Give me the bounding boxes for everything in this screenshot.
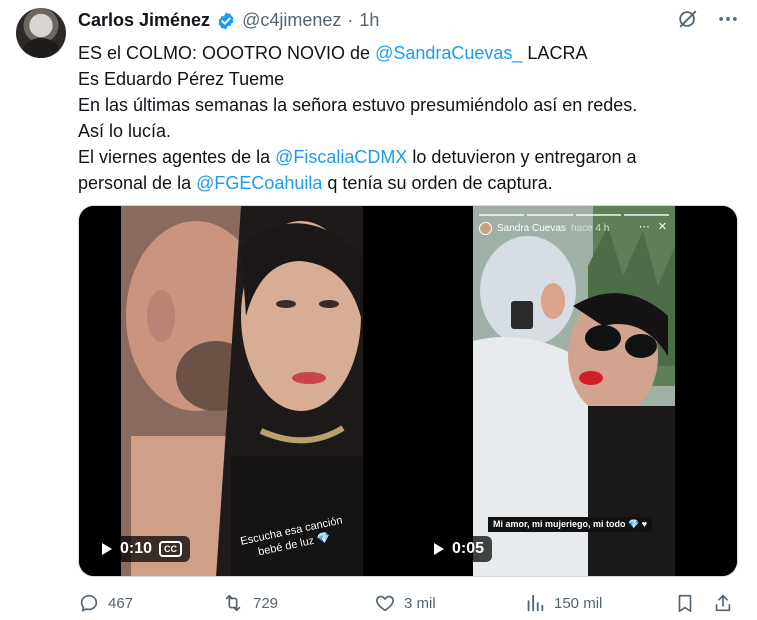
play-icon <box>102 543 112 555</box>
story-close-icon: ✕ <box>657 221 667 233</box>
author-name[interactable]: Carlos Jiménez <box>78 10 210 31</box>
separator-dot: · <box>347 10 354 30</box>
video-2-duration: 0:05 <box>452 540 485 557</box>
top-actions <box>677 8 739 30</box>
bookmark-button[interactable] <box>674 592 696 614</box>
story-more-icon: ⋯ <box>638 221 650 233</box>
author-avatar[interactable] <box>16 8 66 58</box>
closed-captions-icon[interactable]: CC <box>159 541 183 557</box>
share-button[interactable] <box>712 592 734 614</box>
grok-icon[interactable] <box>677 8 699 30</box>
views-button[interactable]: 150 mil <box>524 592 602 614</box>
mention-sandracuevas[interactable]: @SandraCuevas_ <box>375 43 522 63</box>
repost-count: 729 <box>253 594 279 612</box>
reply-count: 467 <box>108 594 134 612</box>
share-icon <box>715 594 731 612</box>
bookmark-icon <box>678 594 692 613</box>
heart-icon <box>376 595 394 612</box>
tweet-actions: 467 729 3 mil 150 mil <box>78 592 738 620</box>
views-count: 150 mil <box>554 594 603 612</box>
more-options-icon[interactable] <box>717 8 739 30</box>
video-1-duration: 0:10 <box>120 540 153 557</box>
reply-button[interactable]: 467 <box>78 592 133 614</box>
mention-fgecoahuila[interactable]: @FGECoahuila <box>196 173 322 193</box>
story-username: Sandra Cuevas <box>497 223 566 234</box>
video-2-caption: Mi amor, mi mujeriego, mi todo 💎 ♥ <box>488 517 653 532</box>
verified-badge-icon <box>218 11 234 30</box>
story-actions: ⋯ ✕ <box>639 220 667 233</box>
story-avatar <box>479 222 492 235</box>
video-thumbnail-1: Escucha esa canción bebé de luz 💎 <box>121 206 363 576</box>
play-icon <box>434 543 444 555</box>
story-time: hace 4 h <box>570 223 610 234</box>
video-player-2[interactable]: Sandra Cuevas hace 4 h ⋯ ✕ Mi amor, mi m… <box>411 206 737 576</box>
like-button[interactable]: 3 mil <box>374 592 436 614</box>
repost-icon <box>225 594 241 612</box>
video-1-controls[interactable]: 0:10 CC <box>93 536 191 562</box>
video-thumbnail-2: Sandra Cuevas hace 4 h ⋯ ✕ Mi amor, mi m… <box>473 206 675 576</box>
timestamp[interactable]: 1h <box>359 10 379 31</box>
repost-button[interactable]: 729 <box>221 592 278 614</box>
tweet-header: Carlos Jiménez @c4jimenez · 1h <box>78 10 379 31</box>
like-count: 3 mil <box>404 594 436 612</box>
views-chart-icon <box>527 594 544 612</box>
tweet-text: ES el COLMO: OOOTRO NOVIO de @SandraCuev… <box>78 43 638 193</box>
author-handle[interactable]: @c4jimenez <box>242 10 341 31</box>
video-player-1[interactable]: Escucha esa canción bebé de luz 💎 0:10 C… <box>79 206 407 576</box>
mention-fiscaliacdmx[interactable]: @FiscaliaCDMX <box>275 147 407 167</box>
media-grid: Escucha esa canción bebé de luz 💎 0:10 C… <box>78 205 738 577</box>
video-2-controls[interactable]: 0:05 <box>425 536 493 562</box>
reply-icon <box>80 594 98 612</box>
